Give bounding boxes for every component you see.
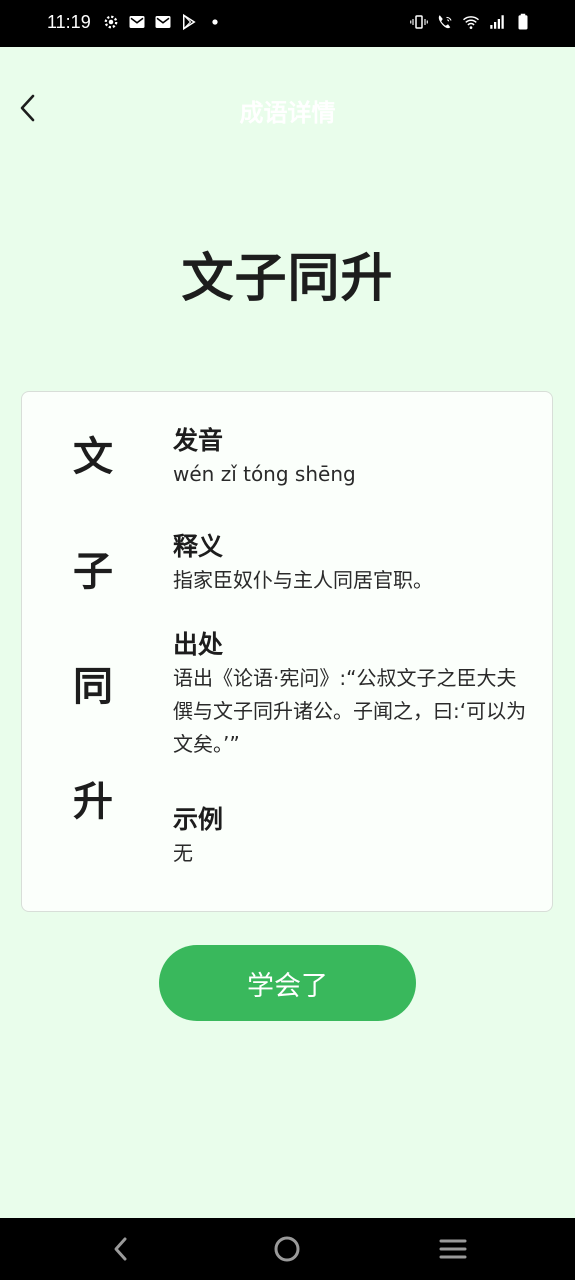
idiom-detail-card: 文 子 同 升 发音 wén zǐ tóng shēng 释义 指家臣奴仆与主人… xyxy=(21,391,553,912)
status-time: 11:19 xyxy=(47,12,91,32)
mail-icon xyxy=(155,16,171,28)
example-text: 无 xyxy=(173,841,193,865)
meaning-section: 释义 指家臣奴仆与主人同居官职。 xyxy=(173,530,533,597)
meaning-heading: 释义 xyxy=(173,532,224,561)
meaning-text: 指家臣奴仆与主人同居官职。 xyxy=(173,568,433,592)
idiom-char: 子 xyxy=(73,549,113,595)
source-heading: 出处 xyxy=(173,630,224,659)
learned-button[interactable]: 学会了 xyxy=(159,945,416,1021)
idiom-char: 升 xyxy=(73,779,113,825)
idiom-char: 文 xyxy=(73,434,113,480)
wifi-icon xyxy=(463,16,479,29)
recents-icon xyxy=(439,1239,467,1259)
idiom-char: 同 xyxy=(73,664,113,710)
play-store-icon xyxy=(183,13,196,31)
example-heading: 示例 xyxy=(173,805,224,834)
vibrate-icon xyxy=(410,15,428,29)
pronunciation-section: 发音 wén zǐ tóng shēng xyxy=(173,424,533,491)
nav-home-button[interactable] xyxy=(272,1234,302,1264)
home-icon xyxy=(274,1236,300,1262)
wifi-call-icon xyxy=(438,15,452,29)
info-column: 发音 wén zǐ tóng shēng 释义 指家臣奴仆与主人同居官职。 出处… xyxy=(173,424,533,890)
pronunciation-text: wén zǐ tóng shēng xyxy=(173,462,356,486)
source-text: 语出《论语·宪问》:“公叔文子之臣大夫僎与文子同升诸公。子闻之，曰:‘可以为文矣… xyxy=(173,666,527,756)
status-left-icons xyxy=(102,13,224,31)
idiom-title: 文子同升 xyxy=(181,249,394,309)
dot-icon xyxy=(212,19,218,25)
status-bar: 11:19 xyxy=(0,0,575,47)
gear-icon xyxy=(104,15,118,29)
char-column: 文 子 同 升 xyxy=(68,422,118,882)
nav-back-button[interactable] xyxy=(106,1234,136,1264)
battery-icon xyxy=(518,13,528,30)
nav-recents-button[interactable] xyxy=(438,1234,468,1264)
app-header: 成语详情 xyxy=(0,47,575,177)
signal-icon xyxy=(490,15,504,29)
status-right-icons xyxy=(410,13,532,31)
pronunciation-heading: 发音 xyxy=(173,426,224,455)
back-icon xyxy=(114,1237,127,1261)
page-title: 成语详情 xyxy=(239,99,336,127)
system-nav-bar xyxy=(0,1218,575,1280)
source-section: 出处 语出《论语·宪问》:“公叔文子之臣大夫僎与文子同升诸公。子闻之，曰:‘可以… xyxy=(173,628,533,761)
example-section: 示例 无 xyxy=(173,803,533,870)
mail-icon xyxy=(129,16,145,28)
